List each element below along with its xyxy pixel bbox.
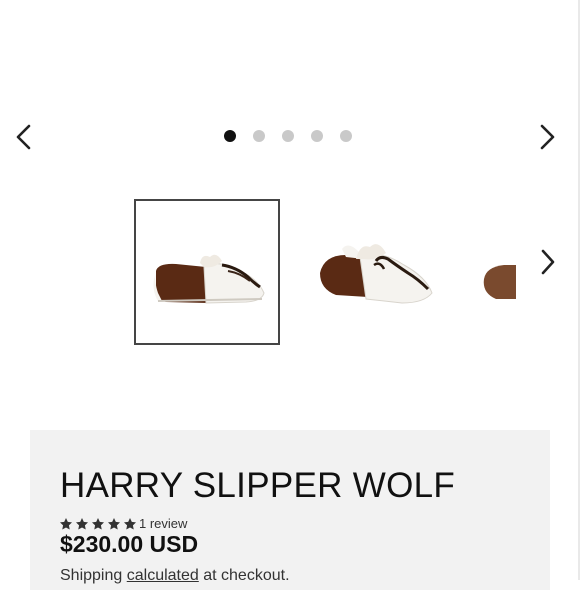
product-title: HARRY SLIPPER WOLF	[60, 466, 456, 505]
star-icon	[107, 517, 121, 529]
thumbnail-1[interactable]	[134, 199, 280, 345]
star-icon	[91, 517, 105, 529]
gallery-prev-button[interactable]	[9, 121, 37, 153]
slipper-image	[153, 254, 265, 304]
star-icon	[59, 517, 73, 529]
chevron-right-icon	[541, 249, 555, 275]
thumbnail-2[interactable]	[306, 199, 452, 345]
review-count-link[interactable]: 1 review	[139, 516, 187, 531]
chevron-right-icon	[540, 124, 555, 150]
pagination-dot-5[interactable]	[340, 130, 352, 142]
pagination-dot-1[interactable]	[224, 130, 236, 142]
star-icon	[123, 517, 137, 529]
product-info-panel: HARRY SLIPPER WOLF 1 review $230.00 USD …	[30, 430, 550, 590]
product-rating[interactable]: 1 review	[59, 516, 187, 531]
rating-stars	[59, 517, 137, 531]
chevron-left-icon	[16, 124, 31, 150]
thumbnails-next-button[interactable]	[534, 246, 562, 278]
gallery-next-button[interactable]	[534, 121, 562, 153]
star-icon	[75, 517, 89, 529]
shipping-policy-link[interactable]: calculated	[127, 567, 199, 584]
slipper-image	[320, 244, 433, 304]
pagination-dot-4[interactable]	[311, 130, 323, 142]
shipping-suffix: at checkout.	[203, 567, 290, 584]
shipping-note: Shipping calculated at checkout.	[60, 567, 290, 585]
pagination-dot-2[interactable]	[253, 130, 265, 142]
shipping-prefix: Shipping	[60, 567, 123, 584]
thumbnail-3[interactable]	[478, 199, 516, 345]
pagination-dot-3[interactable]	[282, 130, 294, 142]
gallery-pagination	[224, 130, 352, 142]
product-price: $230.00 USD	[60, 531, 199, 557]
slipper-image	[483, 265, 516, 299]
